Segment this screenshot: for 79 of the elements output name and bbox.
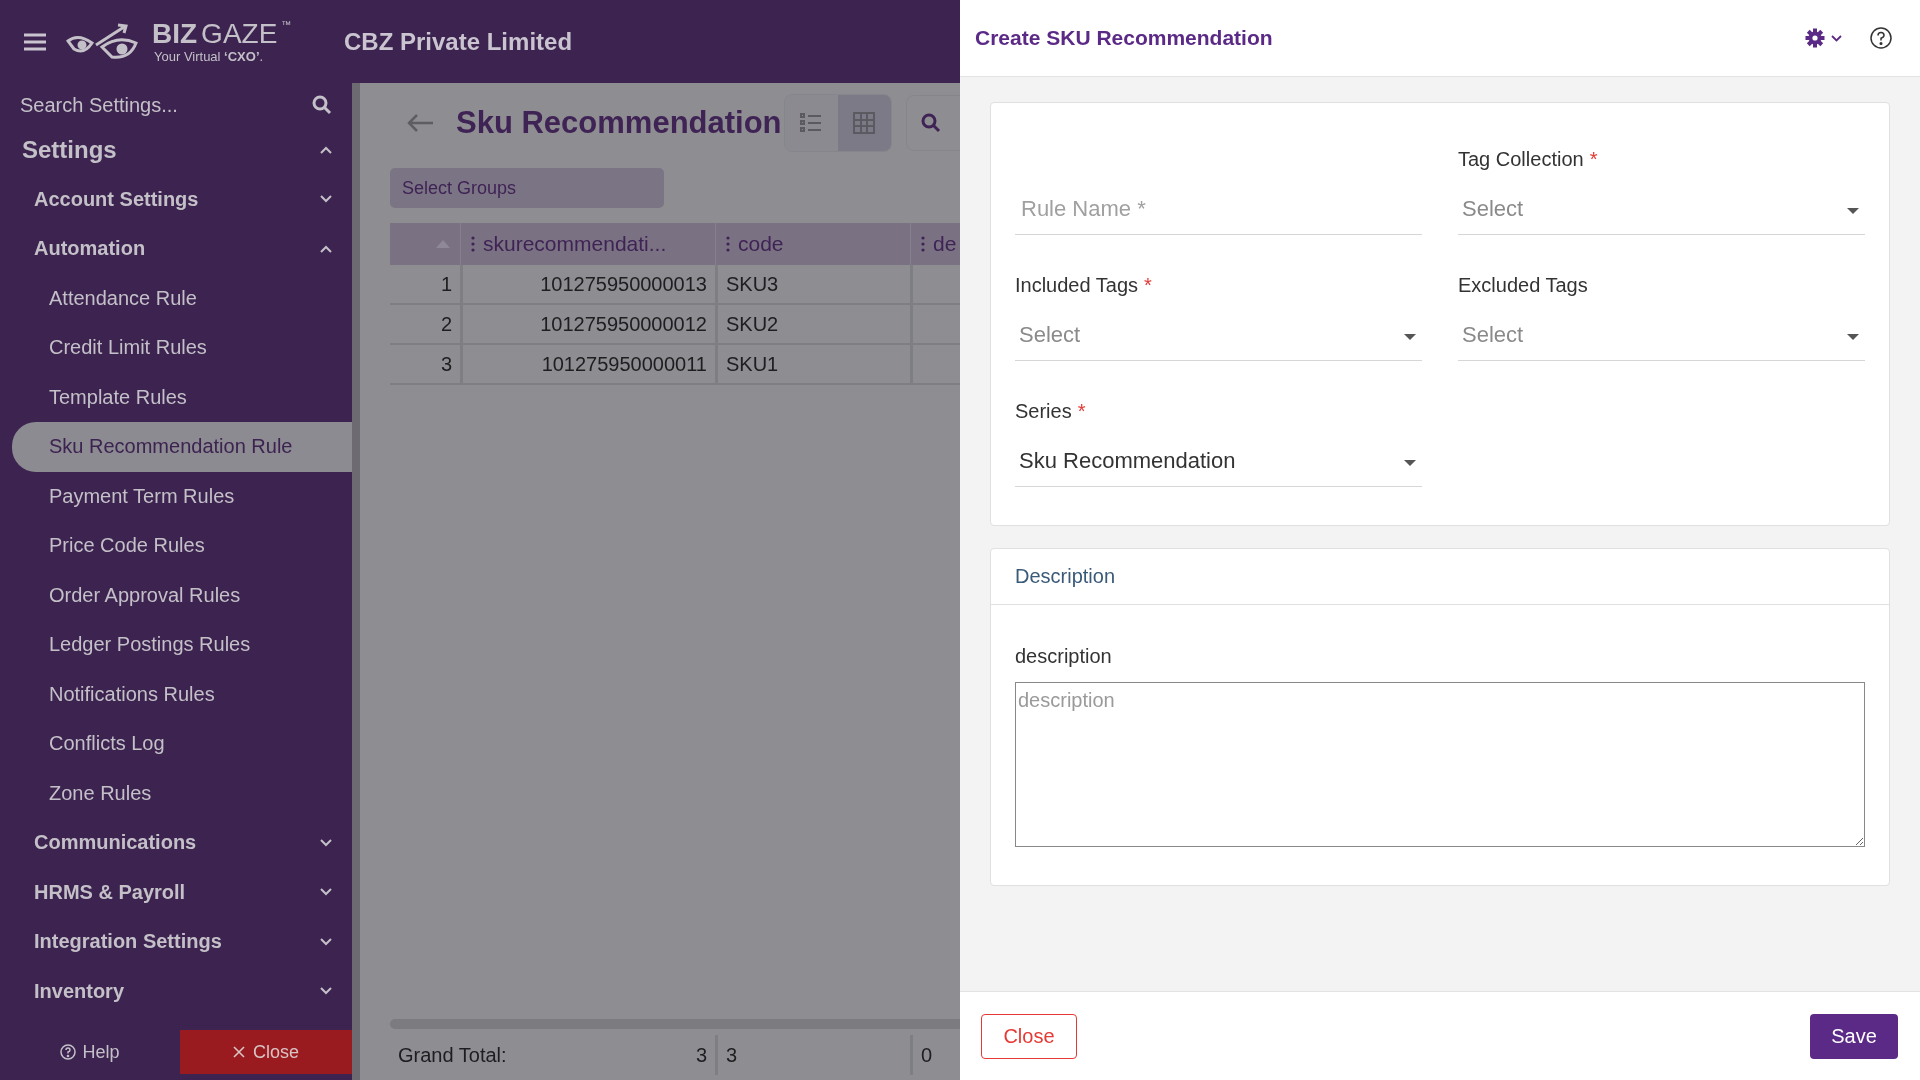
sidebar-group[interactable]: Account Settings <box>0 174 352 224</box>
close-button[interactable]: Close <box>981 1013 1077 1059</box>
chevron-down-icon <box>1831 34 1842 42</box>
table-cell: SKU1 <box>715 345 910 383</box>
help-button[interactable]: Help <box>0 1030 180 1074</box>
column-menu-icon[interactable] <box>471 236 475 252</box>
menu-icon[interactable] <box>24 32 46 51</box>
caret-icon <box>1847 207 1859 214</box>
sidebar-group[interactable]: HRMS & Payroll <box>0 867 352 917</box>
section-heading: Description <box>991 549 1889 605</box>
help-icon <box>1870 27 1892 49</box>
caret-icon <box>1404 459 1416 466</box>
save-button[interactable]: Save <box>1810 1013 1898 1059</box>
view-toggle[interactable] <box>784 95 838 151</box>
description-field[interactable]: description <box>1015 682 1865 847</box>
grid-icon <box>853 112 876 134</box>
chevron-down-icon <box>320 838 332 847</box>
column-menu-icon[interactable] <box>921 236 925 252</box>
field-label: Included Tags * <box>1015 274 1153 297</box>
caret-icon <box>1404 333 1416 340</box>
sidebar-item[interactable]: Credit Limit Rules <box>12 323 352 373</box>
select-field[interactable]: Sku Recommendation <box>1015 435 1422 487</box>
page-title: Sku Recommendation <box>456 105 782 141</box>
sidebar-item[interactable]: Notifications Rules <box>12 669 352 719</box>
search-field[interactable]: Search Settings... <box>20 93 280 117</box>
column-menu-icon[interactable] <box>726 236 730 252</box>
back-button[interactable] <box>406 113 434 133</box>
scrollbar[interactable] <box>390 1019 960 1029</box>
settings-icon <box>1805 28 1825 48</box>
sidebar-group[interactable]: Communications <box>0 818 352 868</box>
sidebar-item[interactable]: Template Rules <box>12 372 352 422</box>
row-number: 1 <box>439 271 453 297</box>
search-icon <box>312 95 332 115</box>
search-icon <box>920 113 941 133</box>
grand-total-label: Grand Total: <box>398 1043 507 1067</box>
field-label: Series * <box>1015 400 1087 423</box>
chevron-down-icon <box>320 888 332 897</box>
sidebar-group[interactable]: Inventory <box>0 966 352 1016</box>
table-cell: SKU2 <box>715 305 910 343</box>
help-button[interactable] <box>1870 27 1892 49</box>
table-cell: 3 <box>695 1043 707 1067</box>
close-button[interactable]: Close <box>180 1030 352 1074</box>
table-cell: 101275950000012 <box>460 305 715 343</box>
settings-menu-button[interactable] <box>1805 28 1842 48</box>
back-arrow-icon <box>406 113 434 133</box>
sidebar-item[interactable]: Conflicts Log <box>12 719 352 769</box>
sidebar-item[interactable]: Attendance Rule <box>12 273 352 323</box>
table-cell: 101275950000011 <box>460 345 715 383</box>
chevron-down-icon <box>320 195 332 204</box>
table-cell: 101275950000013 <box>460 265 715 303</box>
sidebar-item[interactable]: Price Code Rules <box>12 521 352 571</box>
sidebar-group[interactable]: Integration Settings <box>0 917 352 967</box>
field-label: Excluded Tags <box>1458 274 1589 297</box>
sidebar-item[interactable]: Sku Recommendation Rule <box>12 422 352 472</box>
chevron-down-icon <box>320 987 332 996</box>
sidebar-item[interactable]: Ledger Postings Rules <box>12 620 352 670</box>
company-name: CBZ Private Limited <box>344 27 573 56</box>
help-icon <box>60 1044 77 1060</box>
chevron-up-icon <box>320 244 332 253</box>
brand-tagline: Your Virtual ‘CXO’. <box>154 50 265 63</box>
chevron-up-icon <box>320 145 332 154</box>
list-icon <box>800 113 823 133</box>
brand-name: BIZGAZE™ <box>152 20 292 48</box>
sidebar-group[interactable]: Automation <box>0 224 352 274</box>
close-icon <box>233 1046 245 1058</box>
caret-icon <box>1847 333 1859 340</box>
row-number: 2 <box>439 311 453 337</box>
sidebar-item[interactable]: Payment Term Rules <box>12 471 352 521</box>
table-cell: 3 <box>715 1035 910 1075</box>
field-label: Tag Collection * <box>1458 148 1599 171</box>
sidebar-item[interactable]: Order Approval Rules <box>12 570 352 620</box>
chevron-down-icon <box>320 937 332 946</box>
table-cell: SKU3 <box>715 265 910 303</box>
row-number: 3 <box>439 351 453 377</box>
field-label: description <box>1015 645 1113 668</box>
view-toggle[interactable] <box>837 95 891 151</box>
drawer-title: Create SKU Recommendation <box>975 26 1274 50</box>
sidebar-section[interactable]: Settings <box>0 125 352 175</box>
sidebar-item[interactable]: Zone Rules <box>12 768 352 818</box>
